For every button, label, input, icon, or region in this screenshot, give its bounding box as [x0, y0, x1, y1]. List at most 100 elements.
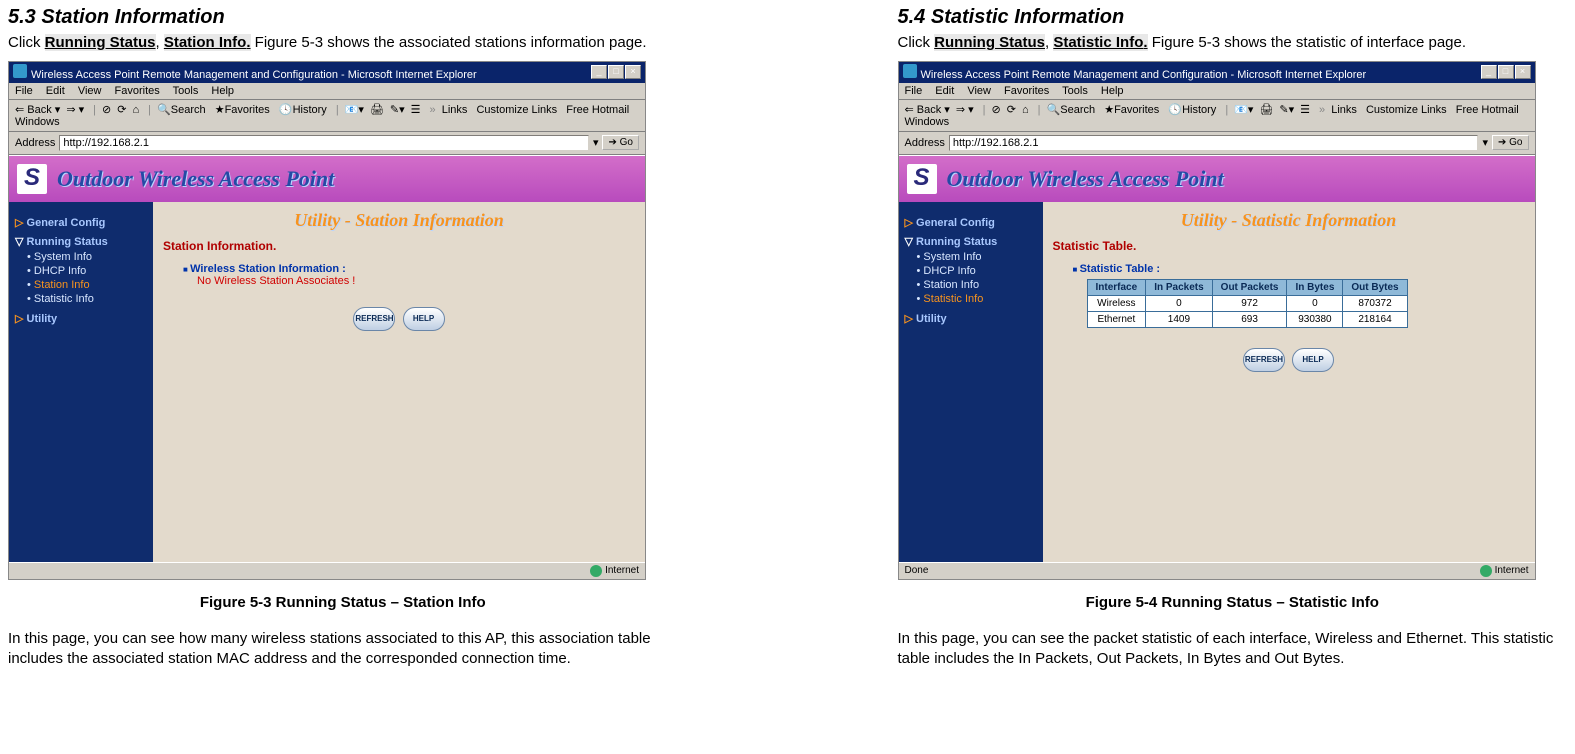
page-banner: S Outdoor Wireless Access Point: [9, 155, 645, 202]
intro-text: Click Running Status, Station Info. Figu…: [8, 33, 678, 53]
window-titlebar: Wireless Access Point Remote Management …: [899, 62, 1535, 83]
sidebar-item-system[interactable]: System Info: [27, 250, 147, 264]
stop-button[interactable]: ⊘: [992, 104, 1001, 116]
page-banner: S Outdoor Wireless Access Point: [899, 155, 1535, 202]
go-button[interactable]: ➔ Go: [602, 135, 639, 150]
menu-help[interactable]: Help: [1101, 85, 1124, 97]
link-customize[interactable]: Customize Links: [476, 104, 557, 116]
address-bar: Address http://192.168.2.1 ▾ ➔ Go: [899, 132, 1535, 155]
menu-bar: File Edit View Favorites Tools Help: [899, 83, 1535, 100]
status-zone: Internet: [605, 565, 639, 576]
links-label: Links: [442, 104, 468, 116]
close-button[interactable]: ×: [1515, 65, 1531, 79]
link-freehotmail[interactable]: Free Hotmail: [1456, 104, 1519, 116]
links-label: Links: [1331, 104, 1357, 116]
forward-button[interactable]: ⇒ ▾: [66, 104, 84, 116]
search-button[interactable]: 🔍Search: [1047, 104, 1096, 116]
maximize-button[interactable]: □: [608, 65, 624, 79]
go-button[interactable]: ➔ Go: [1492, 135, 1529, 150]
address-label: Address: [15, 137, 55, 149]
menu-help[interactable]: Help: [211, 85, 234, 97]
history-button[interactable]: 🕓History: [279, 104, 327, 116]
url-input[interactable]: http://192.168.2.1: [949, 135, 1479, 151]
toolbar: ⇐ Back ▾⇒ ▾| ⊘⟳⌂| 🔍Search ★Favorites 🕓Hi…: [899, 100, 1535, 132]
section-heading: 5.4 Statistic Information: [898, 6, 1568, 29]
refresh-button[interactable]: ⟳: [1007, 104, 1016, 116]
sidebar-item-statistic[interactable]: Statistic Info: [917, 292, 1037, 306]
sidebar-utility[interactable]: ▷ Utility: [905, 312, 1037, 325]
page-title: Utility - Statistic Information: [1053, 210, 1525, 231]
sidebar-item-system[interactable]: System Info: [917, 250, 1037, 264]
menu-favorites[interactable]: Favorites: [1004, 85, 1049, 97]
sidebar-item-statistic[interactable]: Statistic Info: [27, 292, 147, 306]
url-input[interactable]: http://192.168.2.1: [59, 135, 589, 151]
link-windows[interactable]: Windows: [905, 116, 950, 128]
description: In this page, you can see the packet sta…: [898, 629, 1568, 670]
sidebar-item-dhcp[interactable]: DHCP Info: [917, 264, 1037, 278]
right-column: 5.4 Statistic Information Click Running …: [898, 0, 1568, 684]
forward-button[interactable]: ⇒ ▾: [956, 104, 974, 116]
refresh-button[interactable]: ⟳: [117, 104, 126, 116]
close-button[interactable]: ×: [625, 65, 641, 79]
menu-edit[interactable]: Edit: [46, 85, 65, 97]
favorites-button[interactable]: ★Favorites: [215, 104, 270, 116]
link-running-status: Running Status: [45, 34, 156, 51]
window-titlebar: Wireless Access Point Remote Management …: [9, 62, 645, 83]
banner-title: Outdoor Wireless Access Point: [57, 166, 334, 192]
refresh-page-button[interactable]: REFRESH: [1243, 348, 1285, 372]
menu-edit[interactable]: Edit: [935, 85, 954, 97]
intro-text: Click Running Status, Statistic Info. Fi…: [898, 33, 1568, 53]
search-button[interactable]: 🔍Search: [157, 104, 206, 116]
sidebar: ▷ General Config ▽ Running Status System…: [9, 202, 153, 562]
menu-tools[interactable]: Tools: [173, 85, 199, 97]
home-button[interactable]: ⌂: [132, 104, 139, 116]
help-button[interactable]: HELP: [1292, 348, 1334, 372]
sidebar: ▷ General Config ▽ Running Status System…: [899, 202, 1043, 562]
sidebar-item-dhcp[interactable]: DHCP Info: [27, 264, 147, 278]
figure-caption: Figure 5-4 Running Status – Statistic In…: [898, 594, 1568, 611]
section-label: Station Information.: [163, 239, 635, 253]
screenshot-station-info: Wireless Access Point Remote Management …: [8, 61, 646, 580]
window-buttons: _□×: [590, 65, 641, 79]
favorites-button[interactable]: ★Favorites: [1104, 104, 1159, 116]
sidebar-item-station[interactable]: Station Info: [27, 278, 147, 292]
table-row: Wireless 0 972 0 870372: [1087, 295, 1407, 311]
menu-tools[interactable]: Tools: [1062, 85, 1088, 97]
sidebar-running-status[interactable]: ▽ Running Status: [905, 235, 1037, 248]
home-button[interactable]: ⌂: [1022, 104, 1029, 116]
table-row: Ethernet 1409 693 930380 218164: [1087, 311, 1407, 327]
back-button[interactable]: ⇐ Back ▾: [905, 104, 950, 116]
sidebar-general-config[interactable]: ▷ General Config: [905, 216, 1037, 229]
main-pane: Utility - Statistic Information Statisti…: [1043, 202, 1535, 562]
maximize-button[interactable]: □: [1498, 65, 1514, 79]
menu-file[interactable]: File: [905, 85, 923, 97]
address-label: Address: [905, 137, 945, 149]
link-windows[interactable]: Windows: [15, 116, 60, 128]
menu-bar: File Edit View Favorites Tools Help: [9, 83, 645, 100]
menu-view[interactable]: View: [967, 85, 991, 97]
page-title: Utility - Station Information: [163, 210, 635, 231]
link-customize[interactable]: Customize Links: [1366, 104, 1447, 116]
sub-label: Statistic Table :: [1073, 263, 1525, 275]
back-button[interactable]: ⇐ Back ▾: [15, 104, 60, 116]
banner-logo: S: [907, 164, 937, 194]
banner-title: Outdoor Wireless Access Point: [947, 166, 1224, 192]
globe-icon: [590, 565, 602, 577]
minimize-button[interactable]: _: [1481, 65, 1497, 79]
refresh-page-button[interactable]: REFRESH: [353, 307, 395, 331]
no-stations-message: No Wireless Station Associates !: [197, 275, 635, 287]
sidebar-running-status[interactable]: ▽ Running Status: [15, 235, 147, 248]
menu-file[interactable]: File: [15, 85, 33, 97]
menu-favorites[interactable]: Favorites: [115, 85, 160, 97]
stop-button[interactable]: ⊘: [102, 104, 111, 116]
sidebar-general-config[interactable]: ▷ General Config: [15, 216, 147, 229]
section-heading: 5.3 Station Information: [8, 6, 678, 29]
menu-view[interactable]: View: [78, 85, 102, 97]
sidebar-item-station[interactable]: Station Info: [917, 278, 1037, 292]
minimize-button[interactable]: _: [591, 65, 607, 79]
sidebar-utility[interactable]: ▷ Utility: [15, 312, 147, 325]
status-left: Done: [905, 565, 929, 577]
help-button[interactable]: HELP: [403, 307, 445, 331]
link-freehotmail[interactable]: Free Hotmail: [566, 104, 629, 116]
history-button[interactable]: 🕓History: [1168, 104, 1216, 116]
